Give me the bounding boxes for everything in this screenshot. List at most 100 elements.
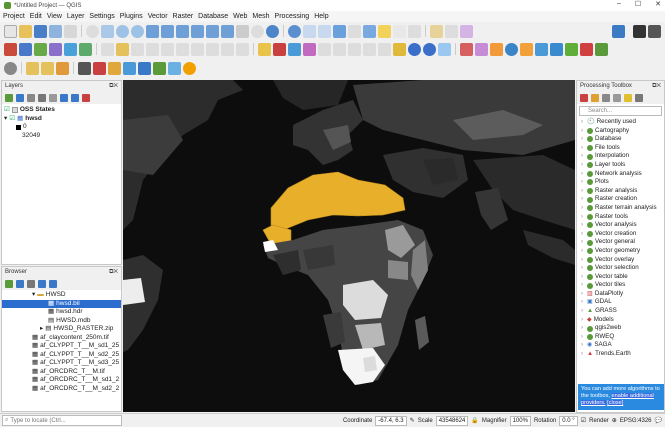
panel-float-icon[interactable]: ⧉✕ [109,269,118,276]
add-selected-icon[interactable] [5,279,13,288]
menu-database[interactable]: Database [198,13,228,20]
menu-raster[interactable]: Raster [173,13,194,20]
menu-view[interactable]: View [47,13,62,20]
toolbox-search-input[interactable]: Search... [579,106,662,116]
map-tips-icon[interactable] [378,24,391,38]
toolbox-item-rweq[interactable]: › RWEQ [577,333,664,342]
options-icon[interactable] [635,93,643,102]
toolbox-item-vector-table[interactable]: › Vector table [577,273,664,282]
menu-help[interactable]: Help [314,13,328,20]
browser-item-clyppt-sd3[interactable]: ▦ af_CLYPPT_T__M_sd3_25 [2,359,121,368]
panel-float-icon[interactable]: ⧉✕ [652,83,661,90]
toggle-editing-icon[interactable] [116,42,129,56]
plugin-j-icon[interactable] [580,42,593,56]
edit-pencil-icon[interactable] [101,42,114,56]
globe-icon[interactable] [505,42,518,56]
annotation-icon[interactable] [393,24,406,38]
menu-mesh[interactable]: Mesh [252,13,269,20]
digitize-icon[interactable] [378,42,391,56]
menu-web[interactable]: Web [233,13,247,20]
data-source-manager-icon[interactable] [4,42,17,56]
browser-folder-hwsd[interactable]: ▾ ▬ HWSD [2,291,121,300]
processing-toolbox-icon[interactable] [333,24,346,38]
toolbox-item-database[interactable]: › Database [577,135,664,144]
collapse-all-icon[interactable] [71,93,79,102]
maximize-button[interactable]: ☐ [635,0,641,8]
rotate-label-icon[interactable] [318,42,331,56]
pan-to-selection-icon[interactable] [101,24,114,38]
label-props-icon[interactable] [348,42,361,56]
plugin-c-icon[interactable] [460,24,473,38]
toolbox-item-raster-tools[interactable]: › Raster tools [577,213,664,222]
identify-icon[interactable] [288,24,301,38]
save-project-icon[interactable] [34,24,47,38]
models-icon[interactable] [580,93,588,102]
menu-vector[interactable]: Vector [148,13,168,20]
plugin-i-icon[interactable] [565,42,578,56]
settings-gear-icon[interactable] [4,61,17,75]
browser-item-orcdrc-sd2[interactable]: ▦ af_ORCDRC_T__M_sd2_2 [2,385,121,394]
toolbox-item-grass[interactable]: › ▲ GRASS [577,307,664,316]
menu-project[interactable]: Project [3,13,25,20]
browser-filter-icon[interactable] [27,279,35,288]
change-label-icon[interactable] [333,42,346,56]
magnifier-field[interactable]: 100% [509,415,531,426]
results-icon[interactable] [613,93,621,102]
zoom-selection-icon[interactable] [161,24,174,38]
toolbox-item-vector-selection[interactable]: › Vector selection [577,264,664,273]
save-edits-icon[interactable] [131,42,144,56]
browser-item-clyppt-sd1[interactable]: ▦ af_CLYPPT_T__M_sd1_25 [2,342,121,351]
temporal-controller-icon[interactable] [251,24,264,38]
open-project-icon[interactable] [19,24,32,38]
plugin-r-icon[interactable] [123,61,136,75]
plugin-g-icon[interactable] [520,42,533,56]
toolbox-item-interpolation[interactable]: › Interpolation [577,152,664,161]
expression-filter-icon[interactable] [49,93,57,102]
measure-icon[interactable] [363,24,376,38]
crs-button[interactable]: EPSG:4326 [620,418,652,424]
add-vector-icon[interactable] [19,42,32,56]
toolbox-item-raster-terrain[interactable]: › Raster terrain analysis [577,204,664,213]
zoom-full-icon[interactable] [146,24,159,38]
lock-icon[interactable]: 🔒 [471,417,478,424]
browser-item-claycontent[interactable]: ▦ af_claycontent_250m.tif [2,334,121,343]
plugin-b-icon[interactable] [445,24,458,38]
plugin-l-icon[interactable] [26,61,39,75]
add-group-icon[interactable] [16,93,24,102]
zoom-out-icon[interactable] [131,24,144,38]
plugin-q-icon[interactable] [108,61,121,75]
pan-icon[interactable] [86,24,99,38]
show-label-icon[interactable] [288,42,301,56]
plugin-a-icon[interactable] [430,24,443,38]
paste-features-icon[interactable] [221,42,234,56]
toolbox-item-plots[interactable]: › Plots [577,178,664,187]
toolbox-item-file-tools[interactable]: › File tools [577,144,664,153]
plugin-h-icon[interactable] [550,42,563,56]
add-mesh-icon[interactable] [49,42,62,56]
plugin-v-icon[interactable] [183,61,196,75]
toolbox-item-saga[interactable]: › ◉ SAGA [577,341,664,350]
toolbox-item-vector-analysis[interactable]: › Vector analysis [577,221,664,230]
zoom-next-icon[interactable] [221,24,234,38]
menu-edit[interactable]: Edit [30,13,42,20]
edit-features-icon[interactable] [624,93,632,102]
toolbox-item-recently-used[interactable]: › 🕘 Recently used [577,118,664,127]
toolbox-item-layer-tools[interactable]: › Layer tools [577,161,664,170]
field-calculator-icon[interactable] [318,24,331,38]
plugin-k-icon[interactable] [595,42,608,56]
toolbox-item-qgis2web[interactable]: › qgis2web [577,324,664,333]
add-feature-icon[interactable] [146,42,159,56]
menu-settings[interactable]: Settings [89,13,114,20]
tools-icon[interactable] [633,24,646,38]
undo-icon[interactable] [236,42,249,56]
notice-close-link[interactable]: [close] [607,400,624,406]
snapping-icon[interactable] [393,42,406,56]
filter-legend-icon[interactable] [38,93,46,102]
plugin-f-icon[interactable] [490,42,503,56]
plugin-d-icon[interactable] [460,42,473,56]
menu-layer[interactable]: Layer [67,13,85,20]
print-layout-icon[interactable] [64,24,77,38]
toolbox-item-raster-analysis[interactable]: › Raster analysis [577,187,664,196]
browser-properties-icon[interactable] [49,279,57,288]
menu-plugins[interactable]: Plugins [120,13,143,20]
